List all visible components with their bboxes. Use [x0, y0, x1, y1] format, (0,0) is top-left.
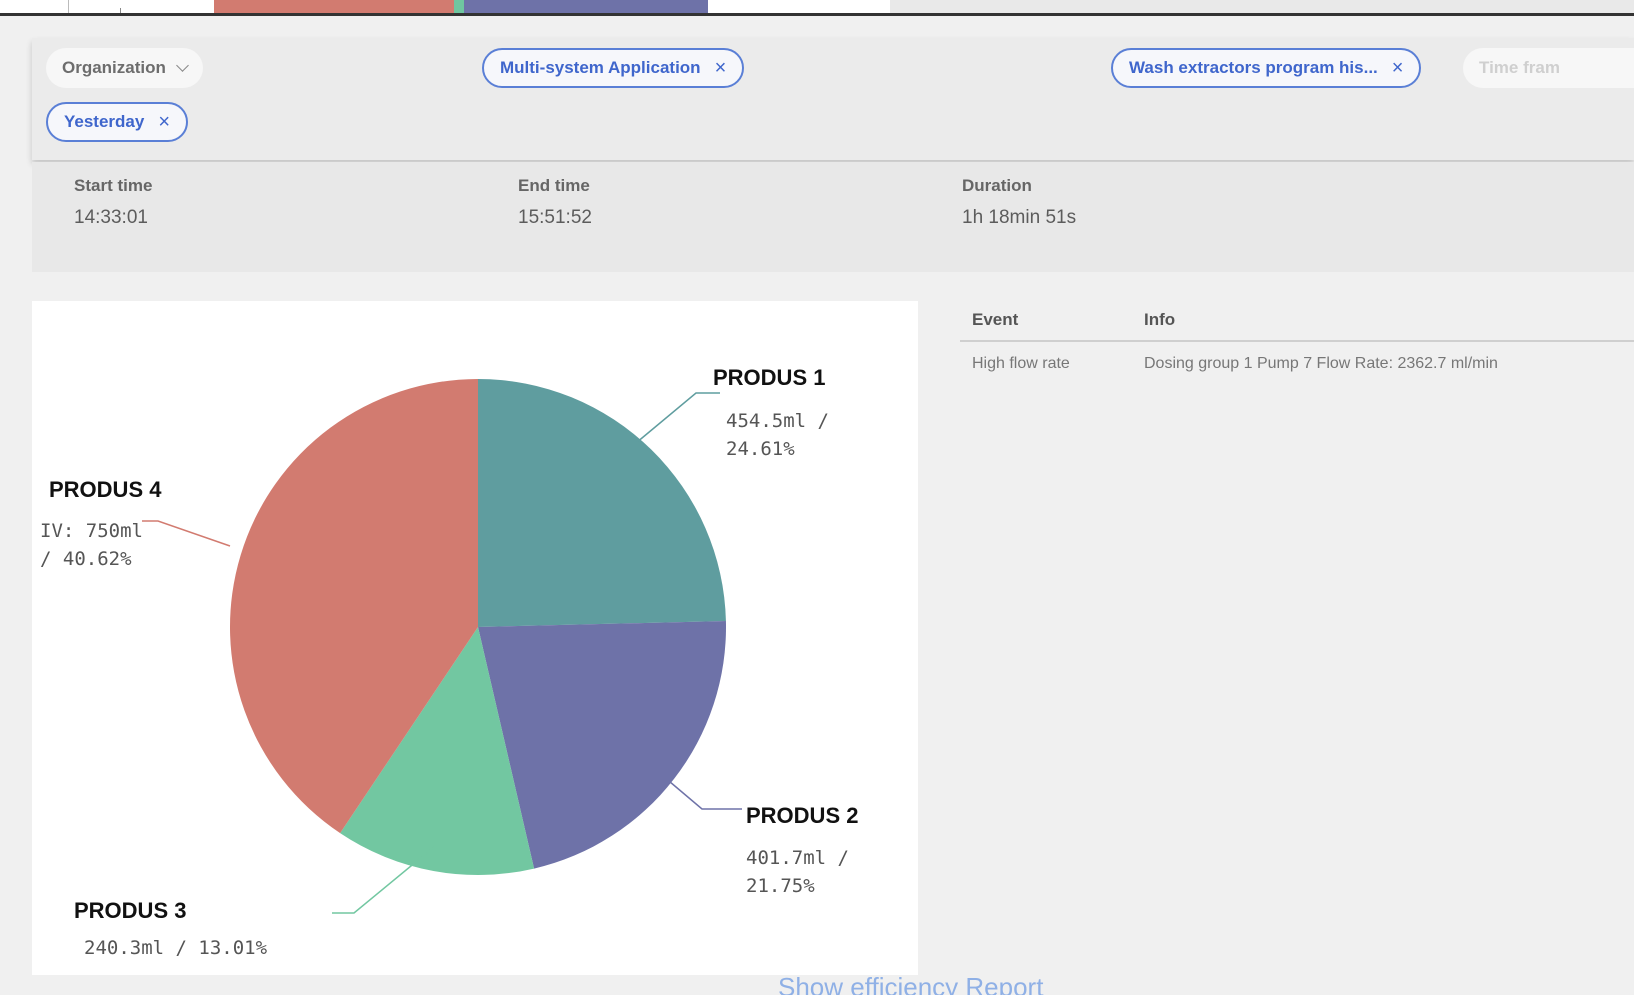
event-cell: High flow rate	[972, 355, 1070, 372]
end-time-value: 15:51:52	[518, 207, 592, 228]
filter-chip-label: Yesterday	[64, 112, 145, 131]
chevron-down-icon	[176, 58, 189, 72]
pie-slice-produs-1[interactable]	[478, 379, 726, 627]
duration: Duration 1h 18min 51s	[962, 176, 1076, 229]
end-time-label: End time	[518, 176, 590, 195]
time-summary: Start time 14:33:01 End time 15:51:52 Du…	[32, 162, 1634, 272]
slice-value-produs-4: IV: 750ml	[40, 520, 143, 542]
slice-percent-produs-1: 24.61%	[726, 438, 795, 460]
info-cell: Dosing group 1 Pump 7 Flow Rate: 2362.7 …	[1144, 355, 1498, 372]
previous-chart-slice	[464, 0, 708, 14]
consumption-pie-chart: PRODUS 1 454.5ml / 24.61% PRODUS 2 401.7…	[32, 301, 918, 975]
slice-percent-produs-4: / 40.62%	[40, 548, 132, 570]
slice-title-produs-1: PRODUS 1	[713, 365, 825, 390]
timeframe-label: Time fram	[1479, 58, 1560, 77]
table-header: Event Info	[960, 300, 1634, 342]
column-header-event: Event	[972, 310, 1019, 329]
pie-chart-svg: PRODUS 1 454.5ml / 24.61% PRODUS 2 401.7…	[40, 365, 858, 959]
organization-dropdown[interactable]: Organization	[46, 48, 203, 88]
close-icon[interactable]: ×	[1392, 58, 1404, 78]
filter-chip-program[interactable]: Wash extractors program his... ×	[1111, 48, 1422, 88]
divider	[68, 0, 69, 14]
slice-value-produs-1: 454.5ml /	[726, 410, 829, 432]
filter-bar: Organization Multi-system Application × …	[32, 38, 1634, 160]
start-time-value: 14:33:01	[74, 207, 148, 228]
slice-title-produs-4: PRODUS 4	[49, 477, 162, 502]
filter-chip-period[interactable]: Yesterday ×	[46, 102, 189, 142]
start-time: Start time 14:33:01	[74, 176, 152, 229]
previous-chart-slice	[214, 0, 454, 14]
slice-title-produs-2: PRODUS 2	[746, 803, 858, 828]
filter-chip-application[interactable]: Multi-system Application ×	[482, 48, 745, 88]
show-efficiency-report-link[interactable]: Show efficiency Report	[778, 972, 1043, 995]
filter-chip-label: Multi-system Application	[500, 58, 701, 77]
column-header-info: Info	[1144, 310, 1176, 329]
previous-chart-slice	[454, 0, 464, 14]
slice-value-produs-3: 240.3ml / 13.01%	[84, 937, 268, 959]
close-icon[interactable]: ×	[158, 112, 170, 132]
slice-title-produs-3: PRODUS 3	[74, 898, 186, 923]
duration-value: 1h 18min 51s	[962, 207, 1077, 228]
leader-line	[635, 392, 720, 444]
event-table: Event Info High flow rate Dosing group 1…	[960, 300, 1634, 386]
start-time-label: Start time	[74, 176, 153, 195]
section-divider	[0, 13, 1634, 16]
slice-percent-produs-2: 21.75%	[746, 875, 815, 897]
slice-value-produs-2: 401.7ml /	[746, 847, 849, 869]
table-row[interactable]: High flow rate Dosing group 1 Pump 7 Flo…	[960, 342, 1634, 386]
duration-label: Duration	[962, 176, 1032, 195]
timeframe-dropdown[interactable]: Time fram	[1463, 48, 1634, 88]
close-icon[interactable]: ×	[715, 58, 727, 78]
end-time: End time 15:51:52	[518, 176, 592, 229]
leader-line	[142, 520, 231, 547]
organization-label: Organization	[62, 58, 166, 77]
filter-chip-label: Wash extractors program his...	[1129, 58, 1378, 77]
